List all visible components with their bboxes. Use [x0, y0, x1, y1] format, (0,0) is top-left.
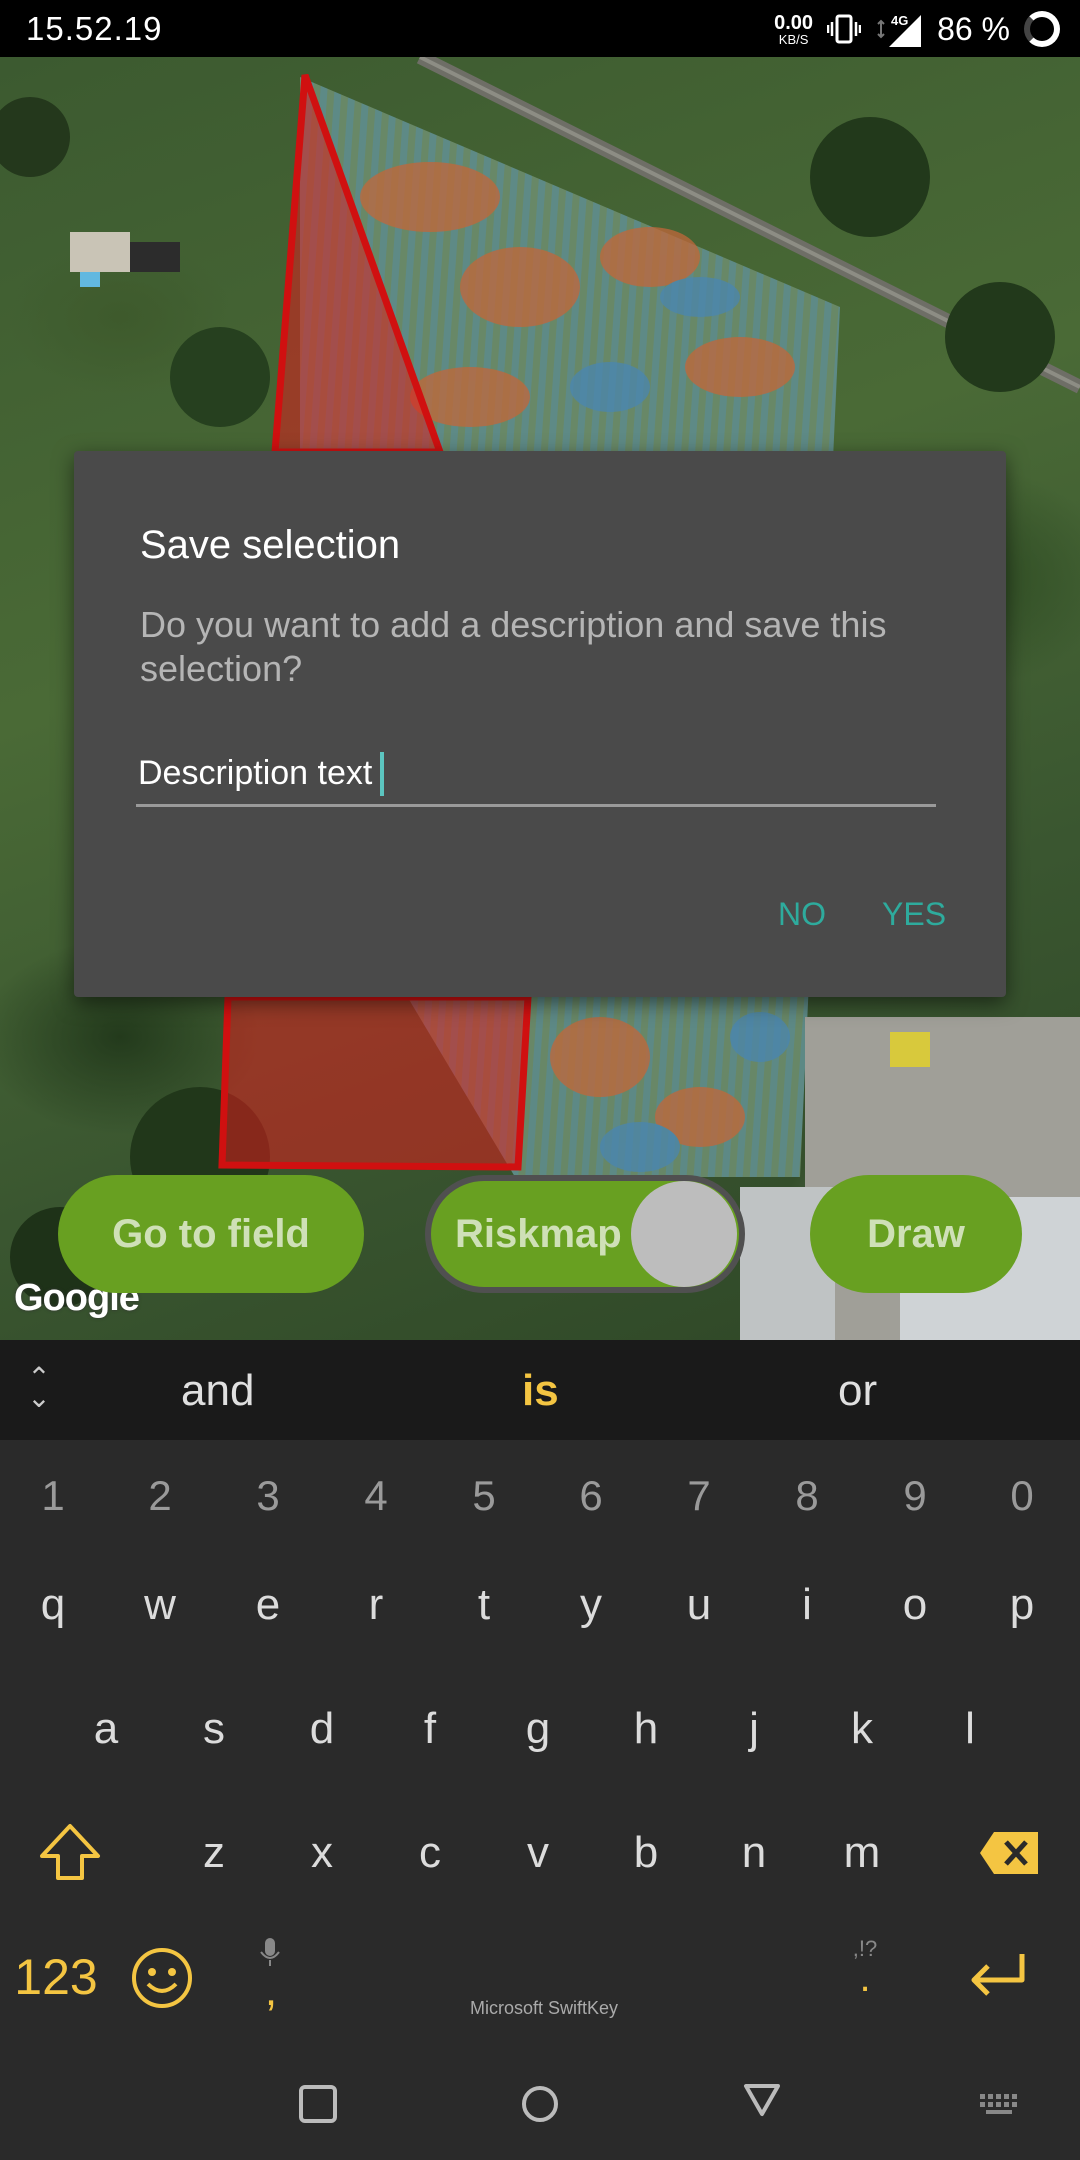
key-4[interactable]: 4 — [331, 1472, 421, 1520]
key-a[interactable]: a — [61, 1704, 151, 1754]
key-l[interactable]: l — [925, 1704, 1015, 1754]
key-7[interactable]: 7 — [654, 1472, 744, 1520]
key-r[interactable]: r — [331, 1580, 421, 1630]
key-9[interactable]: 9 — [870, 1472, 960, 1520]
key-z[interactable]: z — [169, 1828, 259, 1878]
key-t[interactable]: t — [439, 1580, 529, 1630]
key-2[interactable]: 2 — [115, 1472, 205, 1520]
key-8[interactable]: 8 — [762, 1472, 852, 1520]
key-c[interactable]: c — [385, 1828, 475, 1878]
riskmap-toggle[interactable]: Riskmap — [425, 1175, 745, 1293]
suggestion-right[interactable]: or — [838, 1366, 877, 1416]
key-o[interactable]: o — [870, 1580, 960, 1630]
key-m[interactable]: m — [817, 1828, 907, 1878]
key-q[interactable]: q — [8, 1580, 98, 1630]
key-e[interactable]: e — [223, 1580, 313, 1630]
save-selection-dialog: Save selection Do you want to add a desc… — [74, 451, 1006, 997]
suggestion-bar: ⌃ ⌄ and is or — [0, 1340, 1080, 1440]
status-time: 15.52.19 — [26, 10, 163, 47]
riskmap-toggle-knob[interactable] — [631, 1181, 737, 1287]
key-b[interactable]: b — [601, 1828, 691, 1878]
keyboard: ⌃ ⌄ and is or 1 2 3 4 5 6 7 8 9 0 q w e r… — [0, 1340, 1080, 2062]
key-3[interactable]: 3 — [223, 1472, 313, 1520]
text-cursor — [380, 751, 385, 796]
dialog-message: Do you want to add a description and sav… — [140, 604, 887, 689]
key-1[interactable]: 1 — [8, 1472, 98, 1520]
suggestion-left[interactable]: and — [181, 1366, 254, 1416]
selection-polygon-bottom[interactable] — [218, 993, 532, 1171]
go-to-field-button[interactable]: Go to field — [58, 1175, 364, 1293]
description-input-value: Description text — [138, 754, 373, 792]
network-speed: 0.00 KB/S — [774, 13, 813, 46]
expand-toolbar-icon[interactable]: ⌃ ⌄ — [24, 1364, 54, 1412]
status-icons: 0.00 KB/S 4G 86 % — [774, 8, 1060, 50]
key-i[interactable]: i — [762, 1580, 852, 1630]
network-speed-unit: KB/S — [778, 31, 809, 47]
numbers-key[interactable]: 123 — [4, 1948, 108, 2006]
navigation-bar — [0, 2062, 1080, 2160]
key-u[interactable]: u — [654, 1580, 744, 1630]
enter-icon[interactable] — [966, 1950, 1030, 2004]
yes-button[interactable]: YES — [882, 896, 946, 933]
back-icon[interactable] — [742, 2080, 782, 2120]
emoji-icon[interactable] — [130, 1946, 194, 2010]
key-p[interactable]: p — [977, 1580, 1067, 1630]
status-bar: 15.52.19 0.00 KB/S 4G 86 % — [0, 0, 1080, 57]
key-y[interactable]: y — [546, 1580, 636, 1630]
home-icon[interactable] — [520, 2084, 560, 2124]
key-s[interactable]: s — [169, 1704, 259, 1754]
key-x[interactable]: x — [277, 1828, 367, 1878]
signal-icon: 4G — [877, 13, 922, 47]
key-6[interactable]: 6 — [546, 1472, 636, 1520]
description-input[interactable]: Description text — [136, 743, 936, 807]
key-g[interactable]: g — [493, 1704, 583, 1754]
draw-button[interactable]: Draw — [810, 1175, 1022, 1293]
suggestion-center[interactable]: is — [522, 1366, 559, 1416]
key-0[interactable]: 0 — [977, 1472, 1067, 1520]
battery-percent: 86 % — [937, 10, 1010, 47]
battery-icon — [1024, 11, 1060, 47]
recents-icon[interactable] — [298, 2084, 338, 2124]
key-k[interactable]: k — [817, 1704, 907, 1754]
key-5[interactable]: 5 — [439, 1472, 529, 1520]
key-v[interactable]: v — [493, 1828, 583, 1878]
period-key[interactable]: . — [820, 1956, 910, 2001]
key-d[interactable]: d — [277, 1704, 367, 1754]
key-h[interactable]: h — [601, 1704, 691, 1754]
vibrate-icon — [827, 14, 862, 44]
spacebar-brand: Microsoft SwiftKey — [470, 1998, 619, 2018]
key-j[interactable]: j — [709, 1704, 799, 1754]
key-n[interactable]: n — [709, 1828, 799, 1878]
microphone-icon — [260, 1938, 280, 1966]
backspace-icon[interactable] — [978, 1830, 1042, 1876]
no-button[interactable]: NO — [778, 896, 826, 933]
key-w[interactable]: w — [115, 1580, 205, 1630]
comma-key[interactable]: , — [226, 1966, 316, 2016]
network-type: 4G — [891, 13, 908, 28]
key-f[interactable]: f — [385, 1704, 475, 1754]
network-speed-value: 0.00 — [774, 11, 814, 34]
shift-icon[interactable] — [38, 1822, 102, 1882]
riskmap-toggle-label: Riskmap — [455, 1211, 622, 1256]
dialog-title: Save selection — [140, 523, 401, 567]
keyboard-hide-icon[interactable] — [978, 2092, 1020, 2116]
